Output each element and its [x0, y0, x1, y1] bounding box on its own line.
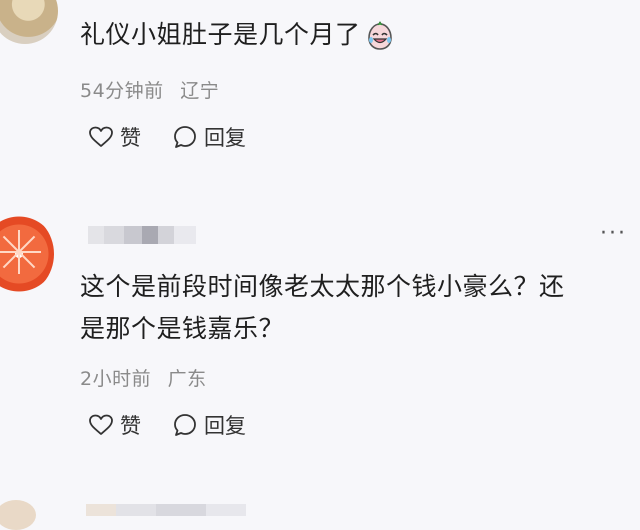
reply-button[interactable]: 回复 [172, 122, 246, 152]
comment-time: 54分钟前 [80, 80, 164, 102]
blurred-username [86, 504, 306, 516]
speech-bubble-icon [174, 126, 196, 148]
heart-outline-icon [89, 414, 113, 435]
comment-text: 这个是前段时间像老太太那个钱小豪么？还 是那个是钱嘉乐？ [80, 272, 565, 343]
heart-outline-icon [89, 126, 113, 147]
like-button[interactable]: 赞 [88, 410, 141, 440]
comment-meta: 54分钟前 辽宁 [80, 76, 219, 103]
avatar[interactable] [0, 214, 54, 294]
comment-location: 广东 [167, 368, 207, 390]
reply-label: 回复 [204, 126, 246, 150]
comment-text: 礼仪小姐肚子是几个月了 [80, 14, 395, 56]
blurred-username[interactable] [88, 226, 196, 244]
speech-bubble-icon [174, 414, 196, 436]
avatar[interactable] [0, 500, 36, 530]
like-label: 赞 [120, 126, 141, 150]
crying-laughing-emoji-icon [365, 21, 395, 51]
avatar[interactable] [0, 0, 58, 44]
reply-button[interactable]: 回复 [172, 410, 246, 440]
reply-label: 回复 [204, 414, 246, 438]
comment-location: 辽宁 [180, 80, 220, 102]
comment-meta: 2小时前 广东 [80, 364, 207, 391]
more-dots-icon[interactable]: ··· [600, 223, 627, 245]
comment-time: 2小时前 [80, 368, 152, 390]
like-label: 赞 [120, 414, 141, 438]
like-button[interactable]: 赞 [88, 122, 141, 152]
